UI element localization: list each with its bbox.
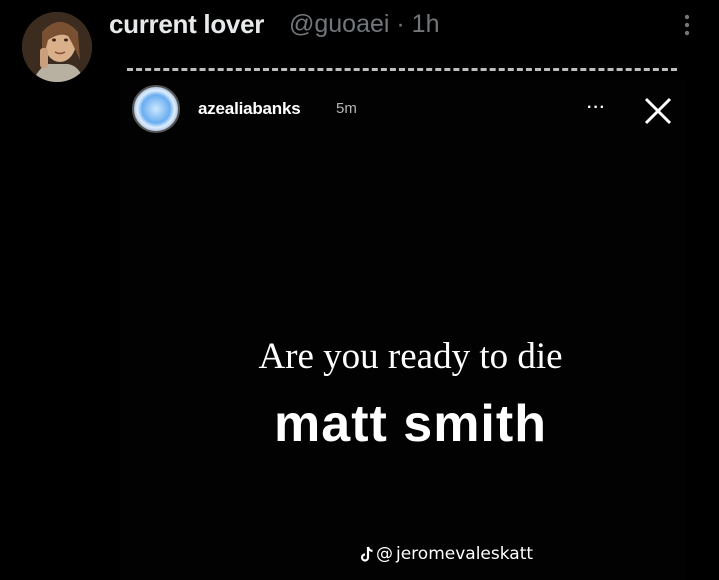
- avatar-image: [22, 12, 92, 82]
- tiktok-watermark: @ jeromevaleskatt: [360, 543, 533, 565]
- watermark-at: @: [376, 544, 393, 564]
- author-handle-and-time[interactable]: @guoaei · 1h: [289, 10, 439, 39]
- tiktok-icon: [360, 546, 373, 562]
- story-username: azealiabanks: [198, 99, 301, 118]
- tweet-media-image[interactable]: azealiabanks 5m ··· Are you ready to die…: [120, 79, 685, 580]
- watermark-handle: jeromevaleskatt: [396, 544, 534, 564]
- story-avatar: [132, 85, 180, 133]
- story-text: Are you ready to die: [258, 336, 563, 377]
- dashed-divider: [127, 68, 677, 71]
- overlay-caption: matt smith: [274, 395, 547, 453]
- author-avatar[interactable]: [22, 12, 92, 82]
- more-vertical-icon[interactable]: [677, 12, 697, 38]
- close-icon: [644, 97, 672, 125]
- story-menu-dots-icon: ···: [587, 99, 606, 116]
- author-name[interactable]: current lover: [109, 9, 264, 40]
- story-time: 5m: [336, 100, 357, 117]
